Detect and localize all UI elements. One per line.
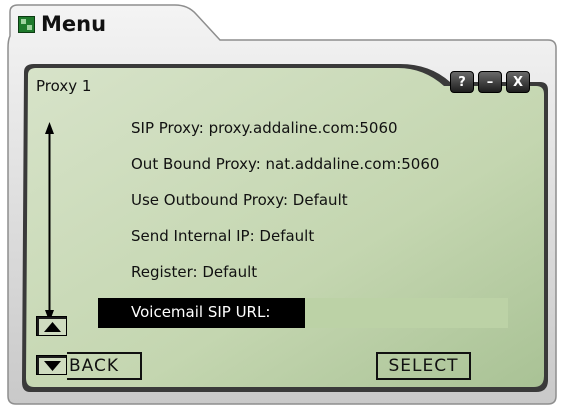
menu-item-use-outbound-proxy[interactable]: Use Outbound Proxy: Default xyxy=(131,189,439,225)
selected-menu-item[interactable]: Voicemail SIP URL: xyxy=(98,298,508,328)
help-button[interactable]: ? xyxy=(450,71,474,93)
menu-item-send-internal-ip[interactable]: Send Internal IP: Default xyxy=(131,225,439,261)
app-logo-icon xyxy=(18,15,35,33)
voicemail-sip-url-label: Voicemail SIP URL: xyxy=(98,298,305,328)
menu-list: SIP Proxy: proxy.addaline.com:5060 Out B… xyxy=(131,117,439,297)
window-title: Menu xyxy=(41,12,107,36)
scroll-indicator-icon xyxy=(45,122,54,322)
arrow-down-icon xyxy=(39,358,66,374)
menu-item-sip-proxy[interactable]: SIP Proxy: proxy.addaline.com:5060 xyxy=(131,117,439,153)
screen-title: Proxy 1 xyxy=(36,77,92,95)
menu-item-outbound-proxy[interactable]: Out Bound Proxy: nat.addaline.com:5060 xyxy=(131,153,439,189)
minimize-button[interactable]: – xyxy=(478,71,502,93)
scroll-up-button[interactable] xyxy=(36,316,67,336)
window-title-bar: Menu xyxy=(18,12,106,36)
scroll-down-button[interactable] xyxy=(36,355,67,375)
menu-item-register[interactable]: Register: Default xyxy=(131,261,439,297)
arrow-up-icon xyxy=(39,319,66,335)
back-softkey[interactable]: BACK xyxy=(67,352,142,380)
select-softkey[interactable]: SELECT xyxy=(376,352,471,380)
close-button[interactable]: X xyxy=(506,71,530,93)
